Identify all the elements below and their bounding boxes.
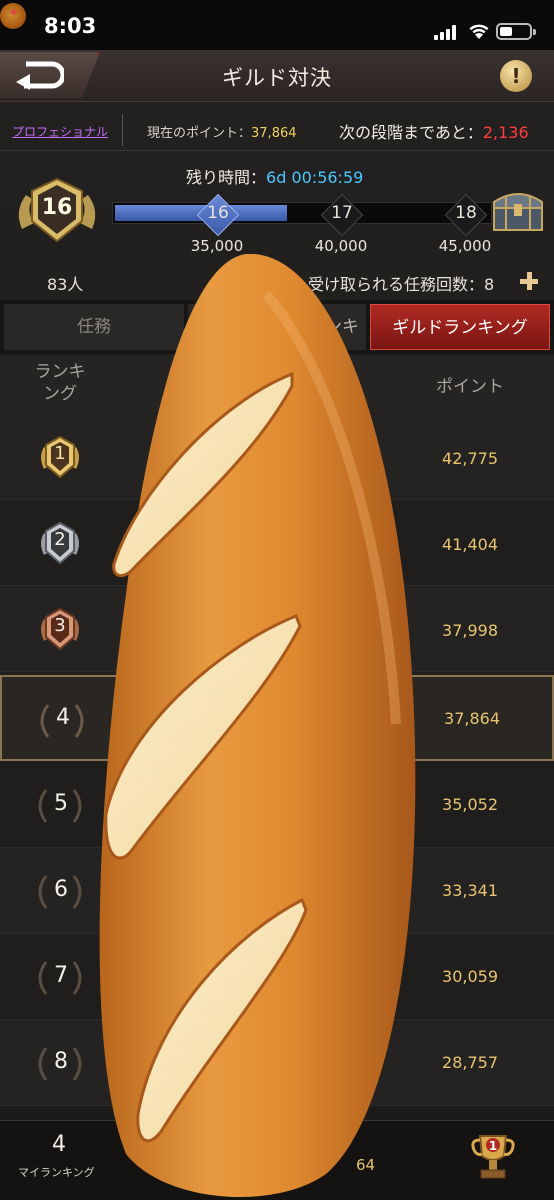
rank-number: 3 <box>54 615 66 636</box>
trophy-rank-number: 1 <box>489 1139 497 1153</box>
milestone-label: 18 <box>455 203 477 223</box>
rank-badge[interactable]: 16 <box>12 175 102 247</box>
milestone-points: 45,000 <box>438 237 492 255</box>
rank-column-header: ランキ ング <box>34 362 86 404</box>
rank-number: 1 <box>54 443 66 464</box>
rank-number: 2 <box>54 529 66 550</box>
trophy-icon[interactable]: 1 <box>468 1130 518 1182</box>
next-stage-label: 次の段階まであと： <box>339 123 483 142</box>
battery-icon <box>496 23 536 40</box>
rank-badge-number: 16 <box>41 195 73 220</box>
screen-recording-indicator <box>0 3 26 29</box>
current-points: 現在のポイント：37,864 <box>147 122 297 141</box>
points-column-header: ポイント <box>436 377 504 397</box>
remaining-time: 残り時間：6d 00:56:59 <box>186 164 363 188</box>
app-header: ギルド対決 ! <box>0 50 554 102</box>
my-rank-number: 4 <box>52 1132 66 1157</box>
remaining-time-value: 6d 00:56:59 <box>266 168 364 187</box>
milestone-label: 16 <box>207 203 229 223</box>
status-bar: 8:03 <box>0 0 554 50</box>
member-count: 83人 <box>47 275 84 294</box>
next-stage: 次の段階まであと：2,136 <box>339 119 529 143</box>
tier-link[interactable]: プロフェショナル <box>12 123 108 140</box>
my-rank-label: マイランキング <box>18 1166 95 1179</box>
milestone-label: 17 <box>331 203 353 223</box>
current-points-label: 現在のポイント： <box>147 126 252 141</box>
info-button[interactable]: ! <box>500 60 532 92</box>
current-points-value: 37,864 <box>251 126 297 141</box>
next-stage-value: 2,136 <box>482 123 529 142</box>
divider <box>122 114 123 146</box>
wifi-icon <box>469 24 489 39</box>
page-title: ギルド対決 <box>222 66 332 90</box>
rank-number: 7 <box>54 963 68 988</box>
treasure-chest-icon[interactable] <box>488 186 548 232</box>
milestone-points: 40,000 <box>314 237 368 255</box>
remaining-time-label: 残り時間： <box>186 168 267 187</box>
rank-number: 4 <box>56 705 70 730</box>
rank-number: 6 <box>54 877 68 902</box>
divider <box>0 150 554 151</box>
milestone-points: 35,000 <box>190 237 244 255</box>
cellular-signal-icon <box>434 24 460 40</box>
status-time: 8:03 <box>44 14 97 38</box>
plus-icon[interactable] <box>518 270 540 292</box>
rank-number: 8 <box>54 1049 68 1074</box>
rank-number: 5 <box>54 791 68 816</box>
baguette-image <box>99 254 416 1197</box>
info-row: プロフェショナル 現在のポイント：37,864 次の段階まであと：2,136 <box>0 110 554 150</box>
